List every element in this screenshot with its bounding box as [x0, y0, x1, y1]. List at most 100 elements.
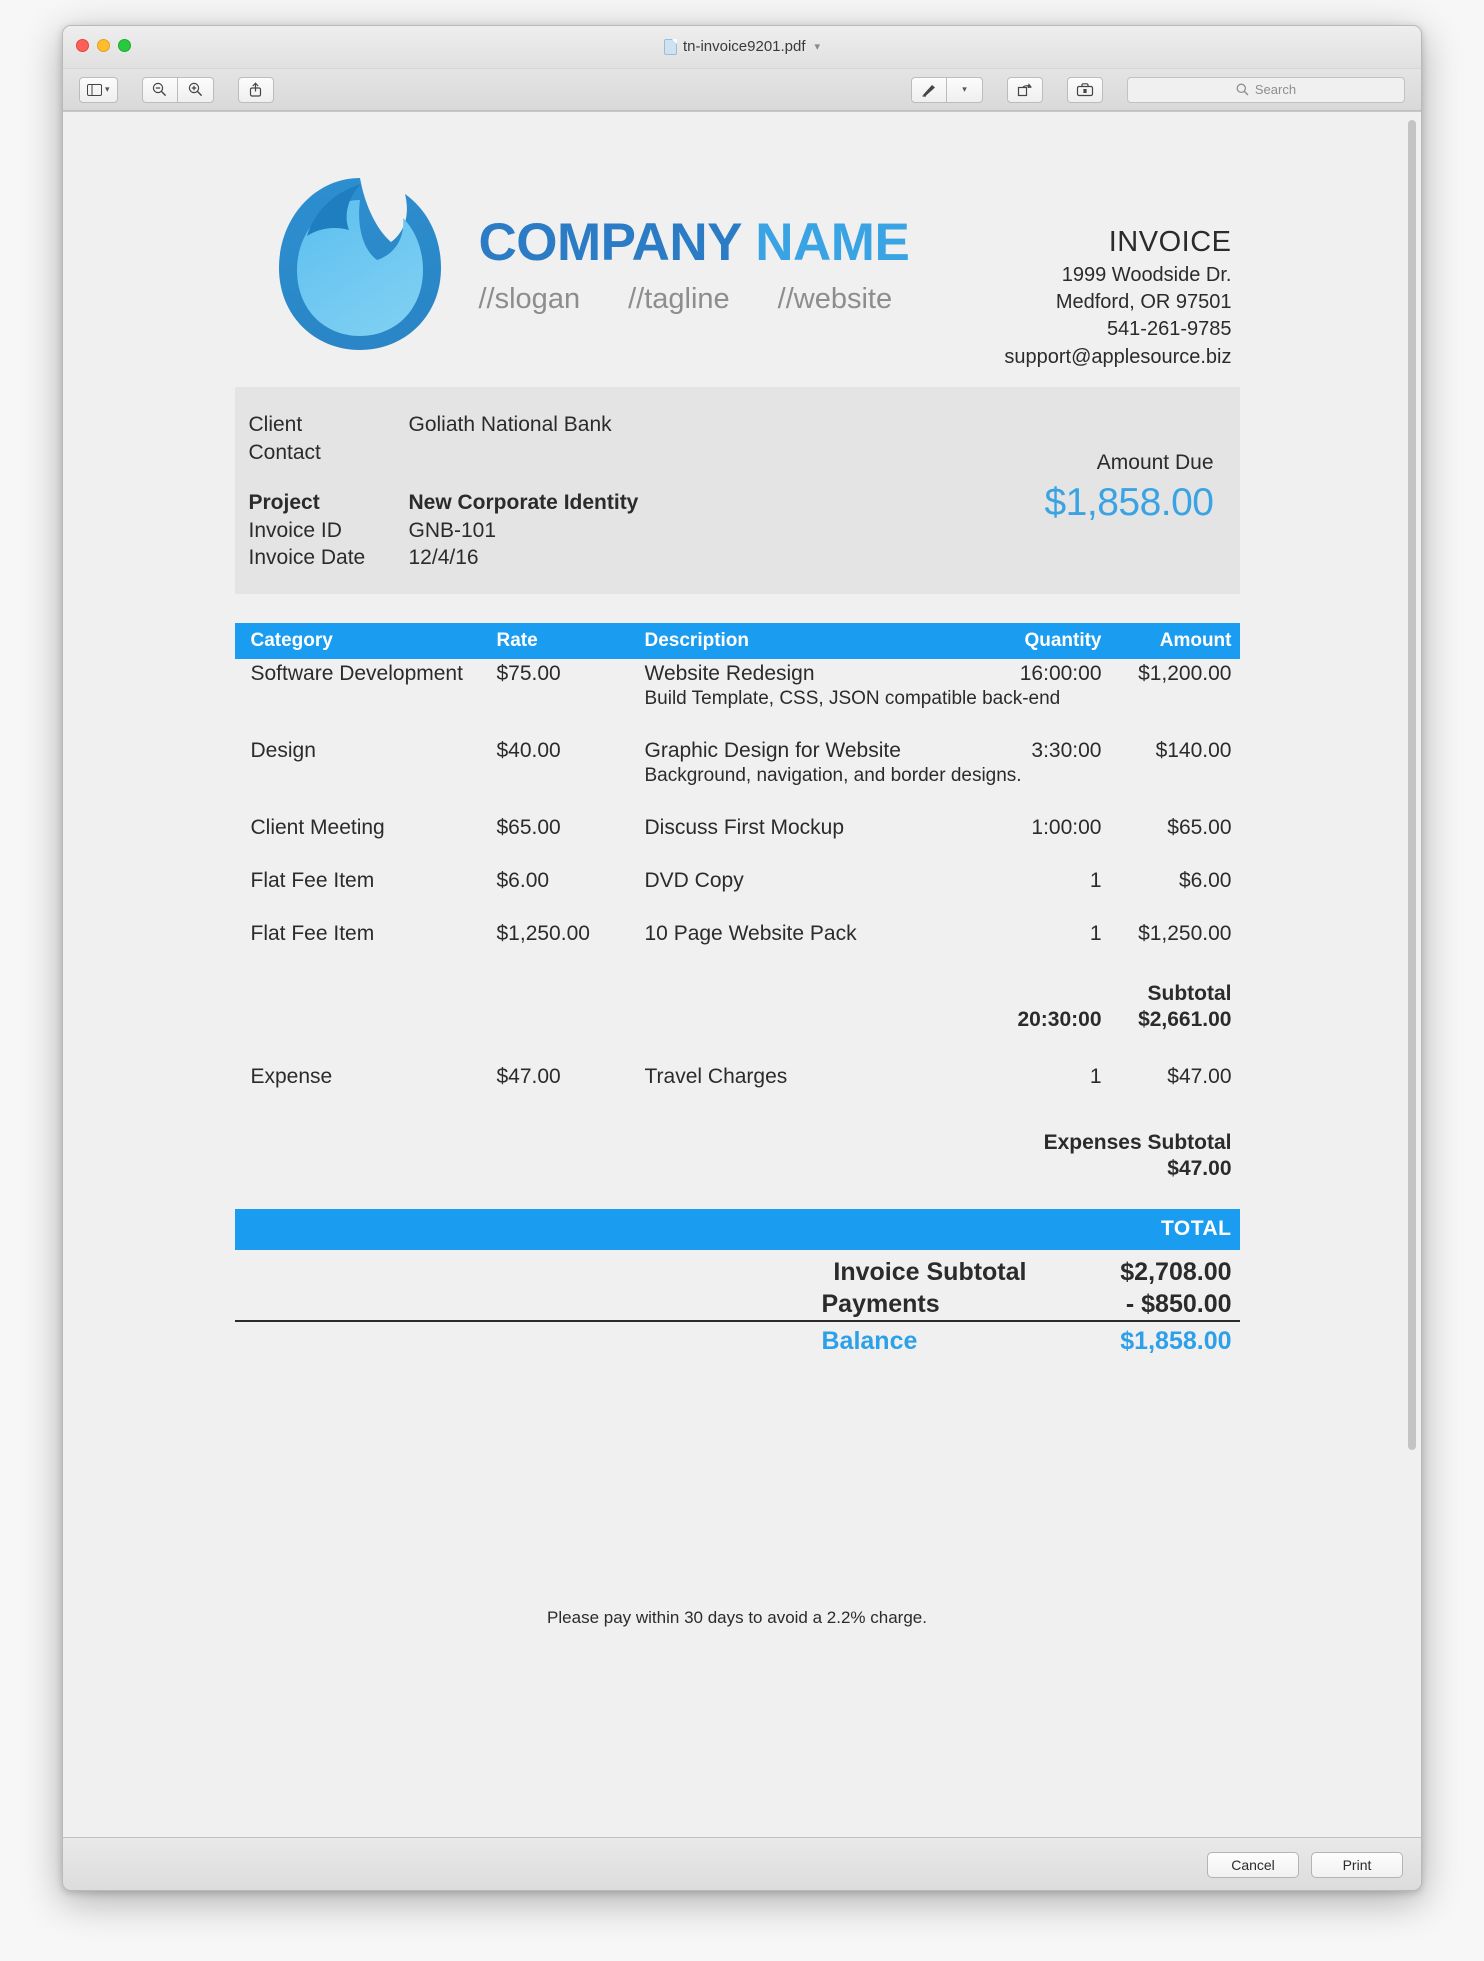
brand-taglines: //slogan //tagline //website — [479, 283, 982, 316]
cell-amount: $6.00 — [1178, 869, 1232, 893]
cell-rate: $65.00 — [496, 816, 561, 840]
table-row: Software Development $75.00 Website Rede… — [235, 659, 1240, 686]
label-invoice-id: Invoice ID — [248, 518, 342, 542]
share-icon — [249, 82, 262, 97]
payments-label: Payments — [821, 1290, 940, 1319]
payments-row: Payments - $850.00 — [234, 1290, 1240, 1323]
search-input[interactable]: Search — [1127, 76, 1405, 103]
label-client: Client — [248, 412, 303, 436]
table-header-row: Category Rate Description Quantity Amoun… — [234, 623, 1240, 660]
scrollbar-thumb[interactable] — [1408, 120, 1416, 1450]
cell-description: Travel Charges — [644, 1065, 788, 1089]
cell-quantity: 3:30:00 — [1031, 739, 1102, 763]
address-line-4: support@applesource.biz — [1004, 345, 1232, 368]
invoice-heading: INVOICE — [1108, 226, 1232, 258]
markup-dropdown-button[interactable]: ▾ — [947, 76, 983, 103]
invoice-meta: INVOICE 1999 Woodside Dr. Medford, OR 97… — [982, 164, 1232, 371]
cell-amount: $1,250.00 — [1138, 922, 1232, 946]
cell-category: Expense — [250, 1065, 333, 1089]
company-name: COMPANY NAME — [479, 216, 982, 269]
invoice-subtotal-label: Invoice Subtotal — [833, 1258, 1027, 1287]
zoom-button-group — [141, 76, 214, 103]
zoom-in-icon — [188, 82, 202, 97]
company-address: 1999 Woodside Dr. Medford, OR 97501 541-… — [982, 262, 1232, 371]
subtotal-label: Subtotal — [1147, 982, 1232, 1006]
label-contact: Contact — [248, 440, 321, 464]
cell-category: Client Meeting — [250, 816, 385, 840]
invoice-subtotal-row: Invoice Subtotal $2,708.00 — [235, 1258, 1240, 1287]
sidebar-icon — [87, 83, 102, 96]
header-description: Description — [644, 630, 750, 652]
cell-category: Flat Fee Item — [250, 869, 375, 893]
subtotal-quantity: 20:30:00 — [1017, 1008, 1102, 1032]
amount-due-block: Amount Due $1,858.00 — [1044, 411, 1214, 573]
cell-quantity: 16:00:00 — [1019, 662, 1102, 686]
client-info-values: Goliath National Bank New Corporate Iden… — [409, 411, 1045, 573]
invoice-document: COMPANY NAME //slogan //tagline //websit… — [234, 112, 1240, 1628]
vertical-scrollbar[interactable] — [1408, 120, 1416, 1820]
cell-rate: $47.00 — [496, 1065, 561, 1089]
cell-amount: $1,200.00 — [1138, 662, 1232, 686]
cell-description: 10 Page Website Pack — [644, 922, 857, 946]
label-invoice-date: Invoice Date — [248, 546, 366, 570]
client-info-strip: Client Contact Project Invoice ID Invoic… — [234, 386, 1240, 595]
label-project: Project — [248, 490, 320, 514]
client-info-labels: Client Contact Project Invoice ID Invoic… — [249, 411, 409, 573]
document-title-text: tn-invoice9201.pdf — [682, 38, 806, 55]
chevron-down-icon: ▾ — [962, 84, 967, 94]
table-row: Flat Fee Item $1,250.00 10 Page Website … — [235, 919, 1240, 946]
subtotal-amount: $2,661.00 — [1138, 1008, 1232, 1032]
zoom-out-icon — [152, 82, 167, 97]
invoice-header: COMPANY NAME //slogan //tagline //websit… — [235, 164, 1240, 371]
cell-quantity: 1 — [1089, 1065, 1102, 1089]
print-button[interactable]: Print — [1311, 1851, 1403, 1878]
company-name-part1: COMPANY — [478, 213, 742, 272]
window-titlebar: tn-invoice9201.pdf ▾ — [63, 26, 1421, 69]
markup-pen-icon — [922, 85, 935, 97]
share-button[interactable] — [237, 76, 274, 103]
payments-value: - $850.00 — [1125, 1290, 1232, 1319]
cell-description: Website Redesign — [644, 662, 815, 686]
chevron-down-icon[interactable]: ▾ — [815, 40, 821, 53]
cell-amount: $47.00 — [1167, 1065, 1232, 1089]
cell-quantity: 1 — [1089, 869, 1102, 893]
markup-toolbox-icon — [1076, 83, 1094, 97]
cell-category: Software Development — [250, 662, 463, 686]
cancel-button[interactable]: Cancel — [1207, 1851, 1299, 1878]
markup-toolbox-button[interactable] — [1067, 76, 1103, 103]
table-row-expense: Expense $47.00 Travel Charges 1 $47.00 — [235, 1062, 1240, 1089]
value-project: New Corporate Identity — [408, 490, 639, 514]
search-icon — [1236, 83, 1249, 96]
address-line-3: 541-261-9785 — [1106, 318, 1232, 341]
value-invoice-id: GNB-101 — [408, 518, 497, 542]
zoom-out-button[interactable] — [141, 76, 178, 103]
header-amount: Amount — [1159, 630, 1232, 652]
preview-window: tn-invoice9201.pdf ▾ ▾ ▾ Search COMPANY … — [62, 25, 1422, 1891]
address-line-2: Medford, OR 97501 — [1055, 291, 1232, 314]
rotate-button[interactable] — [1007, 76, 1043, 103]
cell-description: Discuss First Mockup — [644, 816, 845, 840]
sidebar-toggle-button[interactable]: ▾ — [79, 76, 118, 103]
cell-rate: $6.00 — [496, 869, 550, 893]
cell-quantity: 1 — [1089, 922, 1102, 946]
cell-rate: $75.00 — [496, 662, 561, 686]
balance-row: Balance $1,858.00 — [235, 1327, 1240, 1356]
markup-button[interactable] — [911, 76, 947, 103]
table-row: Flat Fee Item $6.00 DVD Copy 1 $6.00 — [235, 866, 1240, 893]
value-contact — [409, 439, 1045, 467]
header-category: Category — [250, 630, 333, 652]
value-invoice-date: 12/4/16 — [408, 546, 479, 570]
cell-rate: $40.00 — [496, 739, 561, 763]
total-bar: TOTAL — [234, 1209, 1240, 1251]
expenses-subtotal-label: Expenses Subtotal — [1043, 1131, 1232, 1155]
company-logo — [265, 170, 455, 356]
table-row: Client Meeting $65.00 Discuss First Mock… — [235, 813, 1240, 840]
cell-amount: $65.00 — [1167, 816, 1232, 840]
website-text: //website — [777, 283, 893, 315]
balance-label: Balance — [821, 1327, 918, 1356]
flame-circle-logo — [278, 178, 441, 350]
row-sub-description-wrap: Background, navigation, and border desig… — [235, 765, 1240, 787]
subtotal-label-row: Subtotal — [235, 982, 1240, 1006]
zoom-in-button[interactable] — [177, 76, 214, 103]
expenses-subtotal-amount: $47.00 — [1167, 1157, 1232, 1181]
